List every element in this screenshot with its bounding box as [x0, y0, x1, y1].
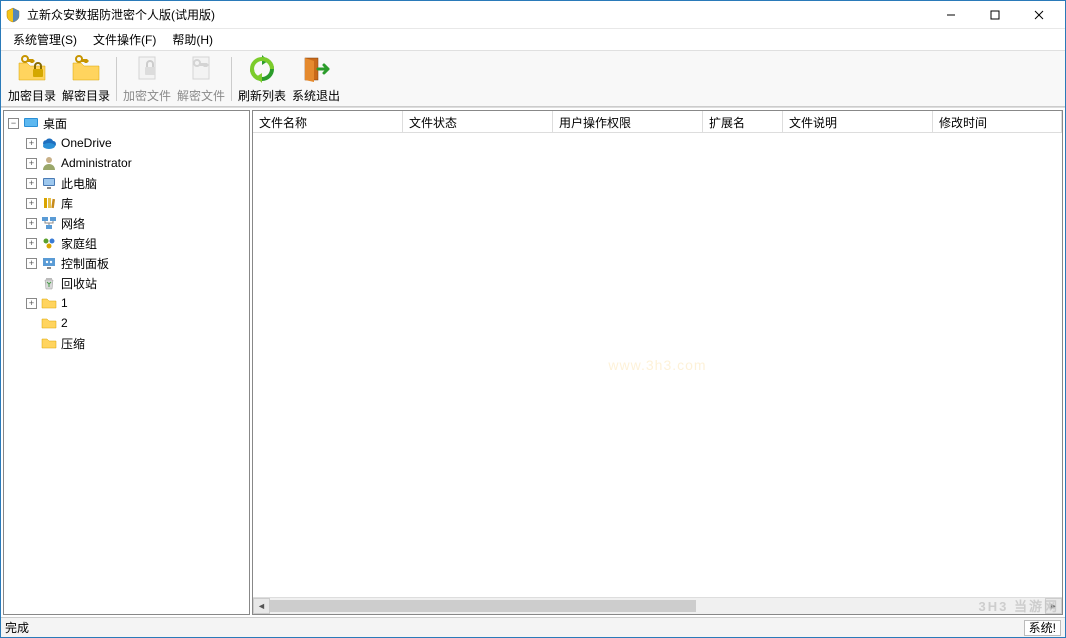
encrypt-dir-icon — [16, 53, 48, 85]
col-filename[interactable]: 文件名称 — [253, 111, 403, 132]
recycle-icon — [41, 275, 57, 291]
tree-label: Administrator — [61, 156, 132, 170]
minimize-button[interactable] — [929, 1, 973, 29]
folder-tree: − 桌面 +OneDrive+Administrator+此电脑+库+网络+家庭… — [4, 111, 249, 355]
expand-icon[interactable]: + — [26, 178, 37, 189]
tree-node[interactable]: + OneDrive — [4, 133, 249, 153]
col-ext[interactable]: 扩展名 — [703, 111, 783, 132]
titlebar[interactable]: 立新众安数据防泄密个人版(试用版) — [1, 1, 1065, 29]
expand-icon[interactable]: + — [26, 138, 37, 149]
tree-label: 压缩 — [61, 335, 85, 352]
folder-tree-panel[interactable]: − 桌面 +OneDrive+Administrator+此电脑+库+网络+家庭… — [3, 110, 250, 615]
folder-icon — [41, 315, 57, 331]
onedrive-icon — [41, 135, 57, 151]
horizontal-scrollbar[interactable]: ◄ ► — [253, 597, 1062, 614]
tree-label: 此电脑 — [61, 175, 97, 192]
status-indicator: 系统! — [1024, 620, 1061, 636]
col-desc[interactable]: 文件说明 — [783, 111, 933, 132]
refresh-icon — [246, 53, 278, 85]
tree-label: 2 — [61, 316, 68, 330]
tree-node[interactable]: + 网络 — [4, 213, 249, 233]
menu-help[interactable]: 帮助(H) — [164, 29, 221, 50]
homegroup-icon — [41, 235, 57, 251]
exit-icon — [300, 53, 332, 85]
encrypt-file-button: 加密文件 — [121, 53, 173, 105]
watermark-text: www.3h3.com — [608, 357, 706, 373]
tree-label: 网络 — [61, 215, 85, 232]
collapse-icon[interactable]: − — [8, 118, 19, 129]
tree-label: 控制面板 — [61, 255, 109, 272]
system-exit-button[interactable]: 系统退出 — [290, 53, 342, 105]
tree-label: 桌面 — [43, 115, 67, 132]
toolbar-label: 加密目录 — [8, 87, 56, 104]
menu-file-ops[interactable]: 文件操作(F) — [85, 29, 164, 50]
file-list-panel: 文件名称 文件状态 用户操作权限 扩展名 文件说明 修改时间 www.3h3.c… — [252, 110, 1063, 615]
scroll-left-arrow[interactable]: ◄ — [253, 598, 270, 614]
window-controls — [929, 1, 1061, 29]
tree-node[interactable]: + Administrator — [4, 153, 249, 173]
menubar: 系统管理(S) 文件操作(F) 帮助(H) — [1, 29, 1065, 51]
tree-node[interactable]: +回收站 — [4, 273, 249, 293]
close-button[interactable] — [1017, 1, 1061, 29]
expand-icon[interactable]: + — [26, 238, 37, 249]
maximize-button[interactable] — [973, 1, 1017, 29]
encrypt-file-icon — [131, 53, 163, 85]
status-text: 完成 — [5, 619, 1024, 636]
computer-icon — [41, 175, 57, 191]
folder-icon — [41, 295, 57, 311]
tree-label: OneDrive — [61, 136, 112, 150]
tree-node[interactable]: +2 — [4, 313, 249, 333]
tree-label: 回收站 — [61, 275, 97, 292]
folder-icon — [41, 335, 57, 351]
menu-system[interactable]: 系统管理(S) — [5, 29, 85, 50]
decrypt-file-icon — [185, 53, 217, 85]
library-icon — [41, 195, 57, 211]
col-mtime[interactable]: 修改时间 — [933, 111, 1062, 132]
tree-label: 库 — [61, 195, 73, 212]
toolbar-label: 解密目录 — [62, 87, 110, 104]
statusbar: 完成 系统! — [1, 617, 1065, 637]
encrypt-dir-button[interactable]: 加密目录 — [6, 53, 58, 105]
toolbar-label: 系统退出 — [292, 87, 340, 104]
toolbar: 加密目录 解密目录 加密文件 解密文件 刷新列表 系统退出 — [1, 51, 1065, 107]
refresh-list-button[interactable]: 刷新列表 — [236, 53, 288, 105]
tree-node-desktop[interactable]: − 桌面 — [4, 113, 249, 133]
list-header: 文件名称 文件状态 用户操作权限 扩展名 文件说明 修改时间 — [253, 111, 1062, 133]
window-title: 立新众安数据防泄密个人版(试用版) — [27, 6, 929, 23]
toolbar-label: 刷新列表 — [238, 87, 286, 104]
desktop-icon — [23, 115, 39, 131]
decrypt-dir-icon — [70, 53, 102, 85]
main-content: − 桌面 +OneDrive+Administrator+此电脑+库+网络+家庭… — [1, 107, 1065, 617]
expand-icon[interactable]: + — [26, 258, 37, 269]
network-icon — [41, 215, 57, 231]
expand-icon[interactable]: + — [26, 158, 37, 169]
toolbar-label: 解密文件 — [177, 87, 225, 104]
tree-node[interactable]: +库 — [4, 193, 249, 213]
col-userperm[interactable]: 用户操作权限 — [553, 111, 703, 132]
col-filestatus[interactable]: 文件状态 — [403, 111, 553, 132]
scroll-track[interactable] — [270, 598, 1045, 614]
tree-node[interactable]: + 控制面板 — [4, 253, 249, 273]
app-icon — [5, 7, 21, 23]
tree-label: 家庭组 — [61, 235, 97, 252]
list-body[interactable]: www.3h3.com — [253, 133, 1062, 597]
decrypt-file-button: 解密文件 — [175, 53, 227, 105]
toolbar-separator — [231, 57, 232, 101]
expand-icon[interactable]: + — [26, 298, 37, 309]
tree-node[interactable]: + 家庭组 — [4, 233, 249, 253]
tree-node[interactable]: + 此电脑 — [4, 173, 249, 193]
decrypt-dir-button[interactable]: 解密目录 — [60, 53, 112, 105]
expand-icon[interactable]: + — [26, 218, 37, 229]
user-icon — [41, 155, 57, 171]
tree-label: 1 — [61, 296, 68, 310]
scroll-right-arrow[interactable]: ► — [1045, 598, 1062, 614]
expand-icon[interactable]: + — [26, 198, 37, 209]
toolbar-label: 加密文件 — [123, 87, 171, 104]
tree-node[interactable]: +1 — [4, 293, 249, 313]
scroll-thumb[interactable] — [270, 600, 696, 612]
control-icon — [41, 255, 57, 271]
tree-node[interactable]: +压缩 — [4, 333, 249, 353]
toolbar-separator — [116, 57, 117, 101]
